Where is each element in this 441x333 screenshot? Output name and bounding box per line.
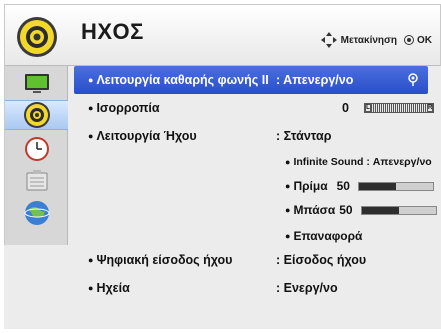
treble-slider[interactable] <box>357 181 434 191</box>
sound-mode-value: : Στάνταρ <box>276 129 332 143</box>
reset-label: Επαναφορά <box>293 229 363 243</box>
navigation-hint: Μετακίνηση OK <box>320 31 432 49</box>
sidebar-item-network[interactable] <box>5 198 68 228</box>
menu-item-bass[interactable]: Μπάσα 50 <box>285 198 437 222</box>
bass-level <box>361 206 399 214</box>
move-hint-label: Μετακίνηση <box>340 34 397 46</box>
page-title: ΗΧΟΣ <box>81 19 144 44</box>
sidebar-item-picture[interactable] <box>5 68 68 98</box>
infinite-sound-label: Infinite Sound : Απενεργ/νο <box>293 156 432 168</box>
menu-item-balance[interactable]: Ισορροπία 0 L R <box>70 94 437 122</box>
menu-item-reset[interactable]: Επαναφορά <box>285 224 362 248</box>
menu-item-digital-audio[interactable]: Ψηφιακή είσοδος ήχου : Είσοδος ήχου <box>70 246 437 274</box>
menu-item-infinite-sound[interactable]: Infinite Sound : Απενεργ/νο <box>285 150 432 174</box>
settings-box-icon <box>26 170 47 191</box>
sidebar-item-time[interactable] <box>5 134 68 164</box>
digital-audio-label: Ψηφιακή είσοδος ήχου <box>88 253 232 267</box>
ok-button-icon <box>404 35 414 45</box>
menu-item-treble[interactable]: Πρίμα 50 <box>285 174 434 198</box>
move-arrows-icon <box>320 32 337 48</box>
menu-item-clear-voice[interactable]: Λειτουργία καθαρής φωνής II : Απενεργ/νο <box>74 66 428 94</box>
treble-value: 50 <box>336 179 350 193</box>
speakers-label: Ηχεία <box>88 281 129 295</box>
picture-tv-icon <box>24 74 49 93</box>
sidebar-item-option[interactable] <box>5 166 68 196</box>
sound-speaker-icon <box>17 17 57 57</box>
balance-slider[interactable]: L R <box>364 103 434 113</box>
sound-speaker-icon <box>23 102 50 128</box>
menu-item-sound-mode[interactable]: Λειτουργία Ήχου : Στάνταρ <box>70 122 437 150</box>
speakers-value: : Ενεργ/νο <box>276 281 338 295</box>
balance-label: Ισορροπία <box>88 101 159 115</box>
ok-hint-label: OK <box>417 34 432 46</box>
balance-right-mark: R <box>427 104 433 112</box>
sound-mode-label: Λειτουργία Ήχου <box>88 129 196 143</box>
digital-audio-value: : Είσοδος ήχου <box>276 253 367 267</box>
clock-icon <box>24 137 49 161</box>
balance-value: 0 <box>342 101 349 115</box>
menu-header: ΗΧΟΣ Μετακίνηση OK <box>4 4 441 66</box>
bass-slider[interactable] <box>360 205 437 215</box>
treble-label: Πρίμα <box>293 179 328 193</box>
bass-label: Μπάσα <box>293 203 336 217</box>
category-sidebar <box>4 66 68 245</box>
cursor-indicator-icon <box>408 73 418 86</box>
bass-value: 50 <box>339 203 353 217</box>
menu-item-speakers[interactable]: Ηχεία : Ενεργ/νο <box>70 274 437 302</box>
network-globe-icon <box>24 201 49 225</box>
clear-voice-value: : Απενεργ/νο <box>276 73 354 87</box>
treble-level <box>358 182 396 190</box>
balance-left-mark: L <box>365 104 371 112</box>
sidebar-item-sound[interactable] <box>5 100 68 130</box>
clear-voice-label: Λειτουργία καθαρής φωνής II <box>88 73 268 87</box>
